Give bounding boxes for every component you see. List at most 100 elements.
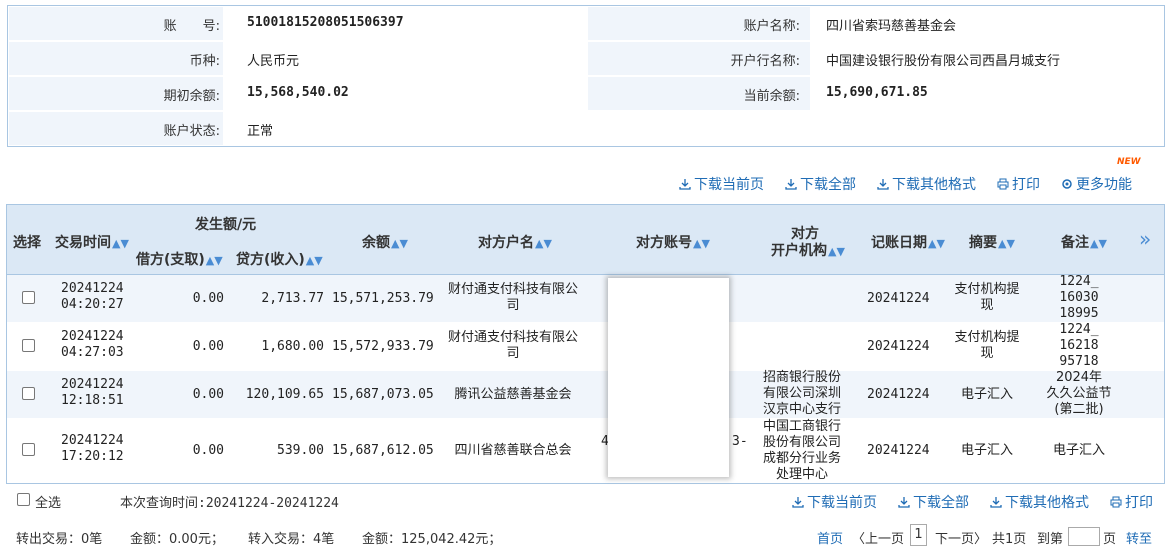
counter-name: 腾讯公益慈善基金会 [454,387,572,402]
counter-name-line1: 财付通支付科技有限公 [447,282,578,297]
counter-bank-line: 有限公司深圳 [762,386,841,401]
post-date: 20241224 [867,339,930,354]
trade-time: 04:27:03 [61,345,124,360]
summary-line2: 现 [980,298,994,313]
next-page-link[interactable]: 下一页〉 [935,528,987,547]
download-all-link[interactable]: 下载全部 [785,174,856,194]
remark-line: 久久公益节 [1046,386,1112,401]
footer-print-label: 打印 [1125,495,1153,511]
row-checkbox[interactable] [22,339,35,352]
balance-amount: 15,687,073.05 [332,387,434,402]
print-link[interactable]: 打印 [997,174,1040,194]
table-row: 20241224 04:20:27 0.00 2,713.77 15,571,253.7… [7,274,1164,323]
credit-amount: 2,713.77 [261,291,324,306]
more-functions-link[interactable]: 更多功能 [1061,174,1132,194]
header-time-label: 交易时间 [55,235,111,251]
credit-amount: 1,680.00 [261,339,324,354]
sort-icon: ▲▼ [535,237,552,250]
row-checkbox[interactable] [22,291,35,304]
counter-account-suffix: 3- [732,434,748,449]
account-name-value: 四川省索玛慈善基金会 [826,19,957,34]
gear-icon [1062,179,1072,189]
balance-amount: 15,572,933.79 [332,339,434,354]
header-balance[interactable]: 余额▲▼ [362,232,408,252]
header-amount-group: 发生额/元 [195,217,257,233]
prev-page-link[interactable]: 〈上一页 [852,528,904,547]
header-counter-account[interactable]: 对方账号▲▼ [636,232,710,252]
account-no-label: 账 号: [163,19,220,34]
header-summary[interactable]: 摘要▲▼ [969,232,1015,252]
credit-amount: 539.00 [277,443,324,458]
table-header: 选择 交易时间▲▼ 发生额/元 借方(支取)▲▼ 贷方(收入)▲▼ 余额▲▼ 对… [7,205,1164,275]
expand-columns-icon[interactable]: » [1139,227,1151,251]
remark-line: 1224_ [1059,274,1099,289]
header-debit-label: 借方(支取) [136,252,205,268]
account-row-1: 账 号: 51001815208051506397 账户名称: 四川省索玛慈善基… [8,6,1164,41]
goto-label: 到第 [1037,532,1064,547]
account-info-panel: 账 号: 51001815208051506397 账户名称: 四川省索玛慈善基… [7,5,1165,147]
download-other-format-label: 下载其他格式 [892,177,976,193]
table-row: 20241224 04:27:03 0.00 1,680.00 15,572,933.7… [7,322,1164,371]
header-debit[interactable]: 借方(支取)▲▼ [136,249,223,269]
header-remark[interactable]: 备注▲▼ [1061,232,1107,252]
transaction-table: 选择 交易时间▲▼ 发生额/元 借方(支取)▲▼ 贷方(收入)▲▼ 余额▲▼ 对… [6,204,1165,484]
total-pages: 共1页 [992,532,1027,547]
account-row-2: 币种: 人民币元 开户行名称: 中国建设银行股份有限公司西昌月城支行 [8,41,1164,76]
counter-bank-line: 处理中心 [775,467,828,482]
goto-page-input[interactable] [1068,527,1100,546]
remark-line: 18995 [1059,306,1099,321]
table-row: 20241224 17:20:12 0.00 539.00 15,687,612.05 四… [7,419,1164,483]
download-current-page-link[interactable]: 下载当前页 [679,174,764,194]
in-count: 转入交易：4笔 [248,532,335,547]
counter-bank-line: 股份有限公司 [762,435,841,450]
header-time[interactable]: 交易时间▲▼ [55,232,129,252]
row-checkbox[interactable] [22,443,35,456]
header-counter-bank[interactable]: 开户机构▲▼ [771,240,845,260]
row-checkbox[interactable] [22,387,35,400]
footer-download-all-link[interactable]: 下载全部 [898,492,969,512]
select-all-checkbox[interactable] [17,493,30,506]
trade-date: 20241224 [61,433,124,448]
first-page-link[interactable]: 首页 [817,528,843,547]
trade-date: 20241224 [61,377,124,392]
query-time: 本次查询时间:20241224-20241224 [120,496,339,511]
remark: 电子汇入 [1052,443,1105,458]
download-other-format-link[interactable]: 下载其他格式 [877,174,976,194]
current-balance-value: 15,690,671.85 [826,85,928,100]
new-badge: NEW [1117,157,1141,167]
remark-line: (第二批) [1054,402,1104,417]
header-balance-label: 余额 [362,235,390,251]
header-summary-label: 摘要 [969,235,997,251]
counter-bank-line: 成都分行业务 [762,451,841,466]
footer-download-other-format-label: 下载其他格式 [1005,495,1089,511]
print-label: 打印 [1012,177,1040,193]
header-post-date[interactable]: 记账日期▲▼ [871,232,945,252]
footer-download-other-format-link[interactable]: 下载其他格式 [990,492,1089,512]
bank-label: 开户行名称: [730,54,800,69]
currency-label: 币种: [189,54,220,69]
opening-balance-label: 期初余额: [163,89,220,104]
opening-balance-value: 15,568,540.02 [247,85,349,100]
summary-line2: 现 [980,346,994,361]
footer-download-current-page-link[interactable]: 下载当前页 [792,492,877,512]
footer-print-link[interactable]: 打印 [1110,492,1153,512]
post-date: 20241224 [867,291,930,306]
account-row-3: 期初余额: 15,568,540.02 当前余额: 15,690,671.85 [8,76,1164,111]
header-credit[interactable]: 贷方(收入)▲▼ [236,249,323,269]
header-credit-label: 贷方(收入) [236,252,305,268]
sort-icon: ▲▼ [693,237,710,250]
footer-download-current-page-label: 下载当前页 [807,495,877,511]
debit-amount: 0.00 [192,387,224,402]
page-unit-label: 页 [1103,532,1117,547]
download-icon [785,179,797,190]
header-counter-name-label: 对方户名 [478,235,534,251]
header-counter-bank-label: 开户机构 [771,243,827,259]
remark-line: 16030 [1059,290,1099,305]
download-current-page-label: 下载当前页 [694,177,764,193]
header-counter-name[interactable]: 对方户名▲▼ [478,232,552,252]
sort-icon: ▲▼ [205,254,223,267]
debit-amount: 0.00 [192,339,224,354]
redaction-overlay [608,278,729,477]
counter-name-line2: 司 [506,346,520,361]
go-button[interactable]: 转至 [1126,528,1152,547]
